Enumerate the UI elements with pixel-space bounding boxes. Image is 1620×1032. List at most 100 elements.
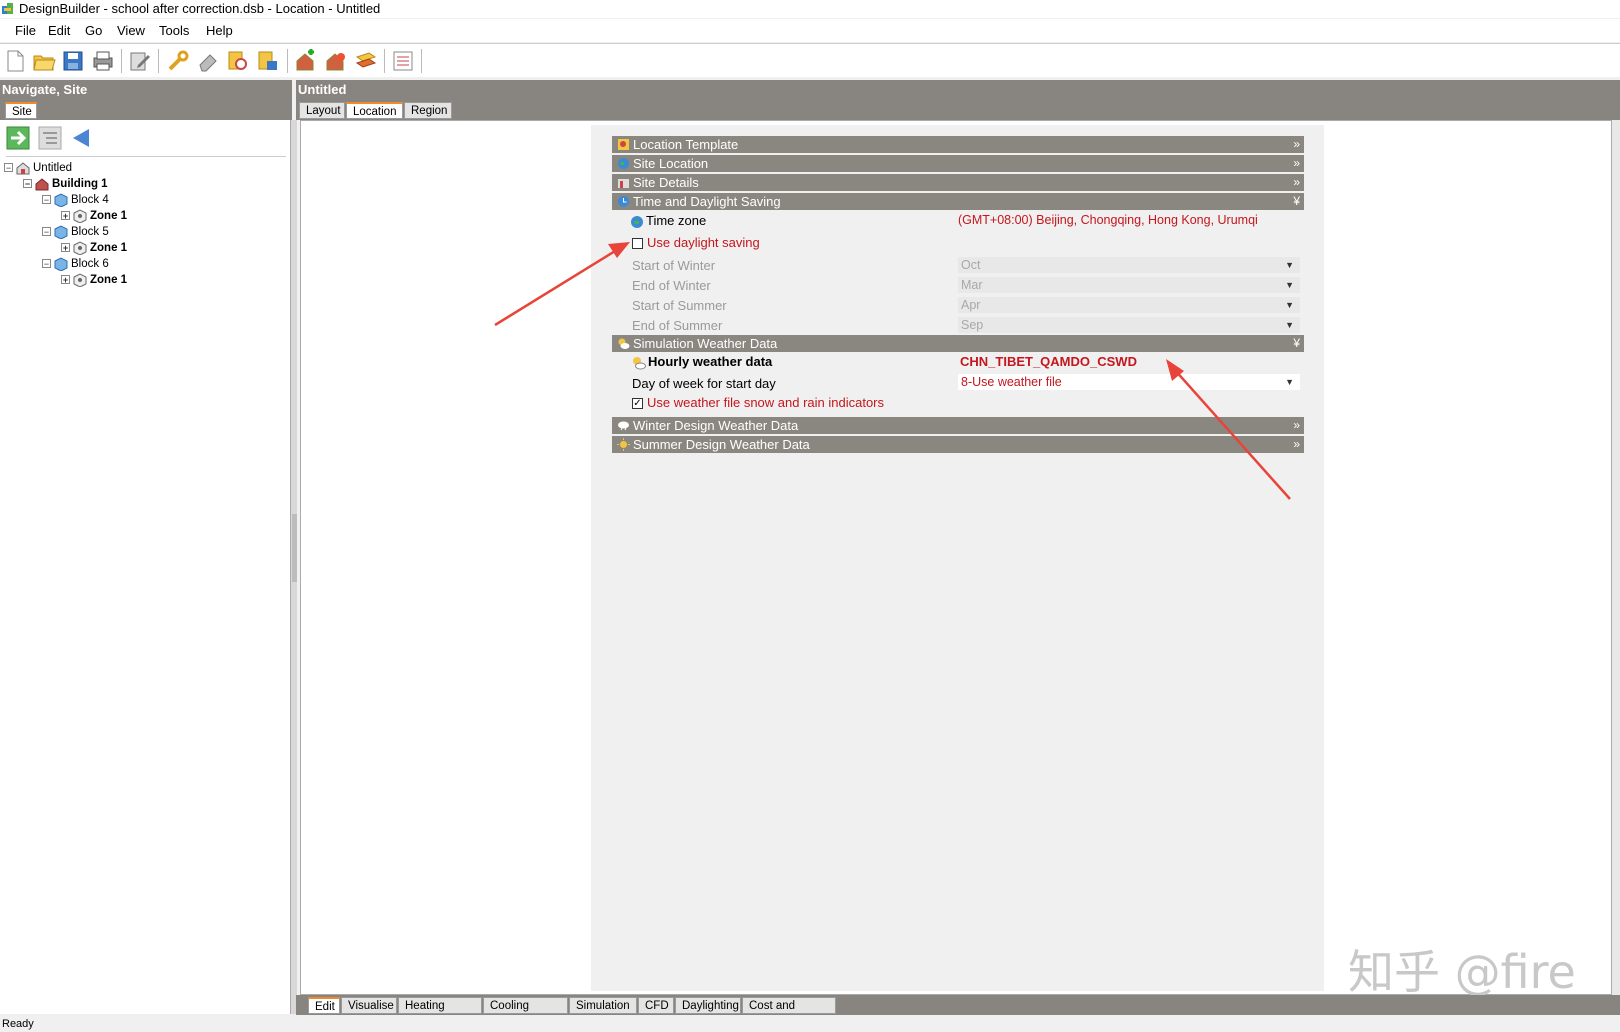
hourly-weather-value[interactable]: CHN_TIBET_QAMDO_CSWD — [960, 354, 1137, 369]
tree-item-zone[interactable]: + Zone 1 — [61, 208, 127, 224]
heat-icon[interactable] — [324, 49, 348, 73]
tab-edit[interactable]: Edit — [308, 997, 340, 1014]
expand-icon[interactable]: + — [61, 275, 70, 285]
section-simulation-weather[interactable]: Simulation Weather Data ¥ — [612, 335, 1304, 352]
time-zone-value[interactable]: (GMT+08:00) Beijing, Chongqing, Hong Kon… — [958, 213, 1258, 227]
status-bar: Ready — [0, 1015, 1620, 1031]
hourly-weather-label: Hourly weather data — [648, 354, 773, 369]
tree-item-block[interactable]: − Block 4 — [42, 192, 109, 208]
section-site-location[interactable]: Site Location » — [612, 155, 1304, 172]
tree-list-icon[interactable] — [38, 126, 62, 150]
find-icon[interactable] — [226, 49, 250, 73]
section-location-template[interactable]: Location Template » — [612, 136, 1304, 153]
tab-cfd[interactable]: CFD — [638, 997, 674, 1014]
tab-heating-design[interactable]: Heating design — [398, 997, 482, 1029]
bottom-tab-strip: Edit Visualise Heating design Cooling de… — [296, 995, 1620, 1029]
print-icon[interactable] — [91, 49, 115, 73]
report-icon[interactable] — [391, 49, 415, 73]
expand-chevron-icon[interactable]: » — [1293, 155, 1300, 172]
start-winter-select[interactable]: Oct ▼ — [958, 257, 1300, 273]
snow-rain-label: Use weather file snow and rain indicator… — [647, 395, 885, 410]
right-panel-title: Untitled — [298, 82, 347, 97]
collapse-icon[interactable]: − — [23, 179, 32, 189]
collapse-icon[interactable]: − — [42, 259, 51, 269]
menu-tools[interactable]: Tools — [159, 23, 189, 38]
eraser-icon[interactable] — [196, 49, 220, 73]
toolbar-separator — [287, 49, 288, 73]
export-icon[interactable] — [256, 49, 280, 73]
dropdown-arrow-icon: ▼ — [1285, 280, 1294, 290]
section-site-details[interactable]: Site Details » — [612, 174, 1304, 191]
site-details-icon — [618, 179, 629, 188]
zone-icon — [73, 209, 87, 223]
menu-go[interactable]: Go — [85, 23, 102, 38]
tree-item-block[interactable]: − Block 6 — [42, 256, 109, 272]
watermark: 知乎 @fire — [1348, 945, 1576, 999]
edit-icon[interactable] — [128, 49, 152, 73]
add-building-icon[interactable] — [294, 49, 318, 73]
tab-daylighting[interactable]: Daylighting — [675, 997, 741, 1014]
block-icon — [54, 257, 68, 271]
start-winter-label: Start of Winter — [632, 258, 716, 273]
menu-help[interactable]: Help — [206, 23, 233, 38]
collapse-icon[interactable]: − — [4, 163, 13, 173]
time-zone-label: Time zone — [646, 213, 707, 228]
snow-rain-checkbox[interactable]: ✓ — [632, 398, 643, 409]
tree-item-site[interactable]: − Untitled — [4, 160, 72, 176]
title-bar: DesignBuilder - school after correction.… — [0, 0, 1620, 18]
tree-item-zone[interactable]: + Zone 1 — [61, 272, 127, 288]
tab-visualise[interactable]: Visualise — [341, 997, 397, 1014]
expand-icon[interactable]: + — [61, 211, 70, 221]
menu-view[interactable]: View — [117, 23, 145, 38]
expand-chevron-icon[interactable]: » — [1293, 174, 1300, 191]
tab-region[interactable]: Region — [404, 102, 452, 119]
globe-icon — [618, 158, 629, 169]
splitter-collapse-handle[interactable] — [292, 514, 297, 582]
menu-file[interactable]: File — [15, 23, 36, 38]
right-tab-strip: Layout Location Region — [296, 100, 1620, 120]
block-icon — [54, 225, 68, 239]
tree-item-zone[interactable]: + Zone 1 — [61, 240, 127, 256]
new-icon[interactable] — [3, 49, 27, 73]
dropdown-arrow-icon: ▼ — [1285, 300, 1294, 310]
zone-icon — [73, 273, 87, 287]
snow-cloud-icon — [618, 421, 629, 431]
tab-simulation[interactable]: Simulation — [569, 997, 637, 1014]
site-icon — [16, 162, 30, 175]
collapse-icon[interactable]: − — [42, 227, 51, 237]
sun-icon — [617, 438, 630, 451]
toolbar-separator — [384, 49, 385, 73]
expand-chevron-icon[interactable]: » — [1293, 136, 1300, 153]
start-summer-select[interactable]: Apr ▼ — [958, 297, 1300, 313]
menu-bar: File Edit Go View Tools Help — [0, 19, 1620, 42]
cool-icon[interactable] — [354, 49, 378, 73]
end-winter-select[interactable]: Mar ▼ — [958, 277, 1300, 293]
section-time-daylight[interactable]: Time and Daylight Saving ¥ — [612, 193, 1304, 210]
expand-icon[interactable]: + — [61, 243, 70, 253]
tab-location[interactable]: Location — [346, 102, 403, 119]
tree-item-block[interactable]: − Block 5 — [42, 224, 109, 240]
annotation-arrow — [1166, 359, 1291, 500]
annotation-arrow — [494, 242, 630, 327]
back-arrow-icon[interactable] — [70, 126, 94, 150]
left-panel-title: Navigate, Site — [2, 82, 88, 97]
end-summer-select[interactable]: Sep ▼ — [958, 317, 1300, 333]
save-icon[interactable] — [61, 49, 85, 73]
open-icon[interactable] — [32, 49, 56, 73]
menu-edit[interactable]: Edit — [48, 23, 70, 38]
dropdown-arrow-icon: ▼ — [1285, 320, 1294, 330]
tab-cost-carbon[interactable]: Cost and Carbon — [742, 997, 836, 1029]
tab-layout[interactable]: Layout — [299, 102, 345, 119]
zone-icon — [73, 241, 87, 255]
collapse-icon[interactable]: − — [42, 195, 51, 205]
right-edge-bar — [1612, 120, 1620, 1014]
tab-site[interactable]: Site — [5, 102, 37, 119]
sun-cloud-icon — [618, 338, 630, 349]
forward-arrow-icon[interactable] — [6, 126, 30, 150]
location-form — [591, 125, 1324, 991]
tree-item-building[interactable]: − Building 1 — [23, 176, 108, 192]
tab-cooling-design[interactable]: Cooling design — [483, 997, 568, 1029]
collapse-chevron-icon[interactable]: ¥ — [1293, 335, 1300, 352]
wrench-icon[interactable] — [166, 49, 190, 73]
collapse-chevron-icon[interactable]: ¥ — [1293, 193, 1300, 210]
